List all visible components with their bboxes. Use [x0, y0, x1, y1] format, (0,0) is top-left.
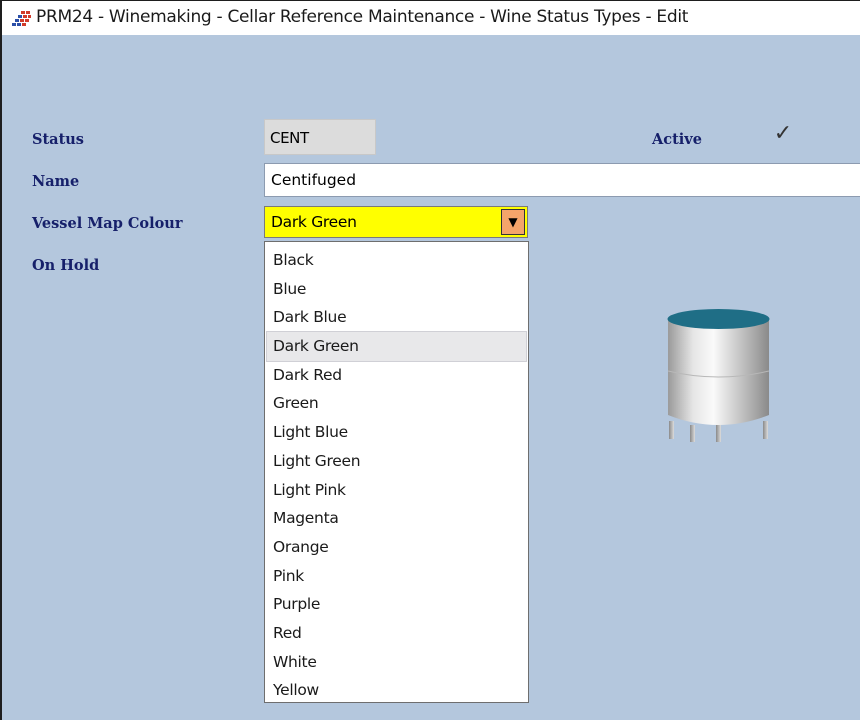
dropdown-option[interactable]: Pink [267, 562, 526, 591]
tank-vessel-icon [666, 307, 776, 442]
window-title: PRM24 - Winemaking - Cellar Reference Ma… [36, 7, 689, 27]
name-input[interactable] [264, 163, 860, 197]
dropdown-option[interactable]: Green [267, 389, 526, 418]
dropdown-option[interactable]: White [267, 648, 526, 677]
colour-dropdown-list: Black Blue Dark Blue Dark Green Dark Red… [264, 241, 529, 703]
status-label: Status [32, 131, 84, 148]
dropdown-option[interactable]: Yellow [267, 676, 526, 705]
dropdown-option[interactable]: Black [267, 246, 526, 275]
dropdown-option[interactable]: Light Blue [267, 418, 526, 447]
dropdown-option[interactable]: Orange [267, 533, 526, 562]
name-label: Name [32, 173, 80, 190]
vessel-map-colour-combo[interactable]: Dark Green ▼ [264, 206, 528, 238]
dropdown-option[interactable]: Light Green [267, 447, 526, 476]
edit-window: PRM24 - Winemaking - Cellar Reference Ma… [0, 0, 860, 720]
vessel-map-colour-label: Vessel Map Colour [32, 215, 183, 232]
dropdown-option[interactable]: Dark Green [266, 331, 527, 362]
active-label: Active [652, 131, 702, 148]
active-checkbox[interactable]: ✓ [772, 123, 794, 145]
title-bar: PRM24 - Winemaking - Cellar Reference Ma… [2, 1, 860, 35]
combo-selected-value: Dark Green [271, 213, 357, 231]
dropdown-option[interactable]: Light Pink [267, 476, 526, 505]
status-field: CENT [264, 119, 376, 155]
dropdown-option[interactable]: Dark Red [267, 361, 526, 390]
dropdown-option[interactable]: Blue [267, 275, 526, 304]
dropdown-option[interactable]: Dark Blue [267, 303, 526, 332]
checkmark-icon: ✓ [773, 121, 793, 146]
on-hold-label: On Hold [32, 257, 100, 274]
dropdown-option[interactable]: Red [267, 619, 526, 648]
app-logo-icon [12, 10, 32, 28]
dropdown-option[interactable]: Magenta [267, 504, 526, 533]
dropdown-option[interactable]: Purple [267, 590, 526, 619]
dropdown-arrow-icon[interactable]: ▼ [501, 209, 525, 235]
